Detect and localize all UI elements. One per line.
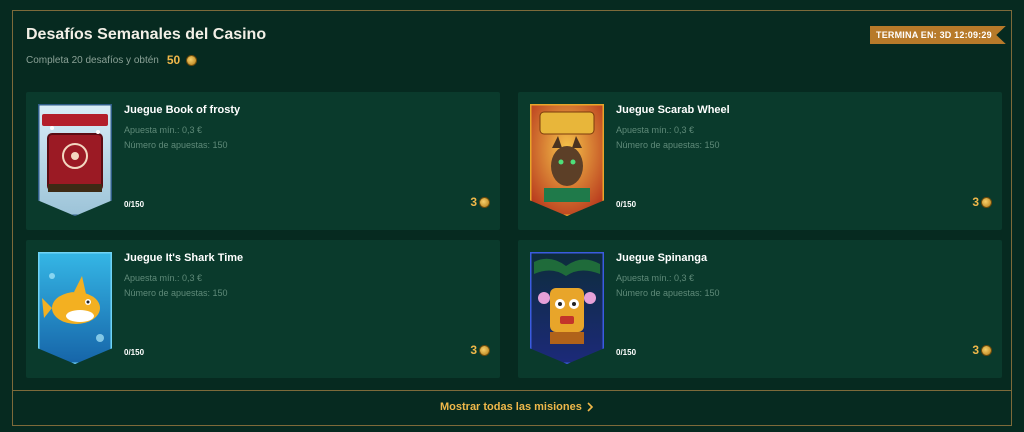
min-bet-text: Apuesta mín.: 0,3 € <box>616 125 695 135</box>
challenge-reward: 3 <box>972 343 992 357</box>
challenge-progress: 0/150 <box>616 348 637 357</box>
coin-icon <box>981 344 992 356</box>
challenge-card-scarab-wheel[interactable]: Juegue Scarab Wheel Apuesta mín.: 0,3 € … <box>518 92 1002 230</box>
reward-amount: 3 <box>972 343 979 357</box>
panel-subtitle: Completa 20 desafíos y obtén 50 <box>26 53 198 67</box>
show-all-missions-link[interactable]: Mostrar todas las misiones <box>440 401 594 413</box>
scarab-wheel-thumbnail <box>530 104 604 216</box>
challenge-progress: 0/150 <box>124 200 145 209</box>
panel-title: Desafíos Semanales del Casino <box>26 26 267 43</box>
challenge-title: Juegue Scarab Wheel <box>616 104 730 116</box>
coin-icon <box>479 196 490 208</box>
coin-icon <box>186 54 198 66</box>
bet-count-text: Número de apuestas: 150 <box>124 140 228 150</box>
challenge-title: Juegue Book of frosty <box>124 104 241 116</box>
shark-time-thumbnail <box>38 252 112 364</box>
coin-icon <box>981 196 992 208</box>
challenge-progress: 0/150 <box>616 200 637 209</box>
book-of-frosty-thumbnail <box>38 104 112 216</box>
challenge-reward: 3 <box>470 343 490 357</box>
coin-icon <box>479 344 490 356</box>
reward-amount: 3 <box>972 195 979 209</box>
chevron-right-icon <box>587 402 593 412</box>
challenge-progress: 0/150 <box>124 348 145 357</box>
min-bet-text: Apuesta mín.: 0,3 € <box>616 273 695 283</box>
countdown-timer-badge: TERMINA EN: 3D 12:09:29 <box>870 26 1006 44</box>
challenge-card-spinanga[interactable]: Juegue Spinanga Apuesta mín.: 0,3 € Núme… <box>518 240 1002 378</box>
bet-count-text: Número de apuestas: 150 <box>124 288 228 298</box>
challenge-reward: 3 <box>470 195 490 209</box>
footer-divider <box>12 390 1012 391</box>
total-reward-amount: 50 <box>166 53 181 67</box>
spinanga-thumbnail <box>530 252 604 364</box>
challenge-card-shark-time[interactable]: Juegue It's Shark Time Apuesta mín.: 0,3… <box>26 240 500 378</box>
min-bet-text: Apuesta mín.: 0,3 € <box>124 125 203 135</box>
challenge-title: Juegue It's Shark Time <box>124 252 244 264</box>
reward-amount: 3 <box>470 195 477 209</box>
challenge-title: Juegue Spinanga <box>616 252 708 264</box>
challenge-card-book-of-frosty[interactable]: Juegue Book of frosty Apuesta mín.: 0,3 … <box>26 92 500 230</box>
reward-amount: 3 <box>470 343 477 357</box>
subtitle-text: Completa 20 desafíos y obtén <box>26 54 159 66</box>
bet-count-text: Número de apuestas: 150 <box>616 140 720 150</box>
bet-count-text: Número de apuestas: 150 <box>616 288 720 298</box>
min-bet-text: Apuesta mín.: 0,3 € <box>124 273 203 283</box>
challenge-reward: 3 <box>972 195 992 209</box>
show-all-label: Mostrar todas las misiones <box>440 401 582 413</box>
